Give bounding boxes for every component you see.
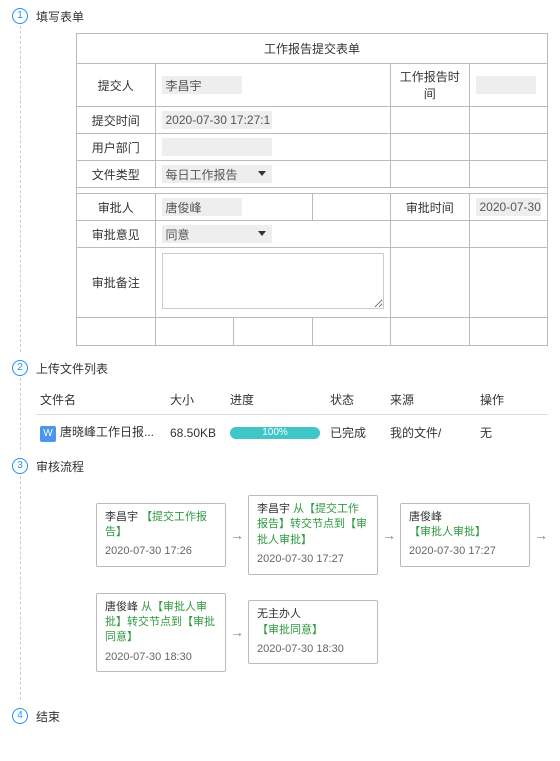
flow-node-5[interactable]: 无主办人 【审批同意】 2020-07-30 18:30 — [248, 600, 378, 664]
col-size: 大小 — [166, 385, 226, 415]
file-action: 无 — [476, 415, 548, 451]
file-source[interactable]: 我的文件/ — [386, 415, 476, 451]
word-doc-icon: W — [40, 426, 56, 442]
file-progress-bar: 100% — [230, 427, 320, 439]
label-file-type: 文件类型 — [77, 161, 156, 188]
approve-opinion-select[interactable]: 同意 — [162, 225, 272, 243]
col-status: 状态 — [326, 385, 386, 415]
label-submitter: 提交人 — [77, 64, 156, 107]
col-source: 来源 — [386, 385, 476, 415]
step-2-title: 上传文件列表 — [36, 360, 548, 377]
user-dept-input[interactable] — [162, 138, 272, 156]
file-row: W 唐晓峰工作日报... 68.50KB 100% 已完成 我的文件/ 无 — [36, 415, 548, 451]
approval-flow: 李昌宇 【提交工作报告】 2020-07-30 17:26 → 李昌宇 从【提交… — [36, 485, 548, 700]
file-name[interactable]: 唐晓峰工作日报... — [60, 425, 154, 439]
arrow-right-icon: → — [534, 527, 548, 543]
arrow-right-icon: → — [230, 527, 244, 543]
label-report-time: 工作报告时间 — [391, 64, 470, 107]
arrow-right-icon: → — [382, 527, 396, 543]
form-caption: 工作报告提交表单 — [77, 34, 548, 64]
file-size: 68.50KB — [166, 415, 226, 451]
report-time-input[interactable] — [476, 76, 536, 94]
file-progress-fill: 100% — [230, 427, 320, 439]
approver-input[interactable]: 唐俊峰 — [162, 198, 242, 216]
submit-time-input[interactable]: 2020-07-30 17:27:1 — [162, 111, 272, 129]
file-status: 已完成 — [326, 415, 386, 451]
label-approve-time: 审批时间 — [391, 194, 470, 221]
flow-node-4[interactable]: 唐俊峰 从【审批人审批】转交节点到【审批同意】 2020-07-30 18:30 — [96, 593, 226, 673]
step-3-number: 3 — [12, 458, 28, 474]
col-name: 文件名 — [36, 385, 166, 415]
step-4-number: 4 — [12, 708, 28, 724]
col-progress: 进度 — [226, 385, 326, 415]
col-action: 操作 — [476, 385, 548, 415]
report-form: 工作报告提交表单 提交人 李昌宇 工作报告时间 提交时间 2020-07-30 … — [76, 33, 548, 346]
flow-node-1[interactable]: 李昌宇 【提交工作报告】 2020-07-30 17:26 — [96, 503, 226, 567]
step-3-title: 审核流程 — [36, 458, 548, 475]
flow-node-3[interactable]: 唐俊峰 【审批人审批】 2020-07-30 17:27 — [400, 503, 530, 567]
submitter-input[interactable]: 李昌宇 — [162, 76, 242, 94]
label-user-dept: 用户部门 — [77, 134, 156, 161]
flow-node-2[interactable]: 李昌宇 从【提交工作报告】转交节点到【审批人审批】 2020-07-30 17:… — [248, 495, 378, 575]
label-submit-time: 提交时间 — [77, 107, 156, 134]
step-1-title: 填写表单 — [36, 8, 548, 25]
file-list-table: 文件名 大小 进度 状态 来源 操作 W 唐晓峰工作日报... 68.50KB 1… — [36, 385, 548, 450]
arrow-right-icon: → — [230, 624, 244, 640]
label-approve-opinion: 审批意见 — [77, 221, 156, 248]
file-type-select[interactable]: 每日工作报告 — [162, 165, 272, 183]
approve-remark-textarea[interactable] — [162, 253, 385, 309]
step-2-number: 2 — [12, 360, 28, 376]
approve-time-input[interactable]: 2020-07-30 18:29:5 — [476, 198, 542, 216]
label-approver: 审批人 — [77, 194, 156, 221]
step-4-title: 结束 — [36, 708, 548, 725]
step-1-number: 1 — [12, 8, 28, 24]
label-approve-remark: 审批备注 — [77, 248, 156, 318]
